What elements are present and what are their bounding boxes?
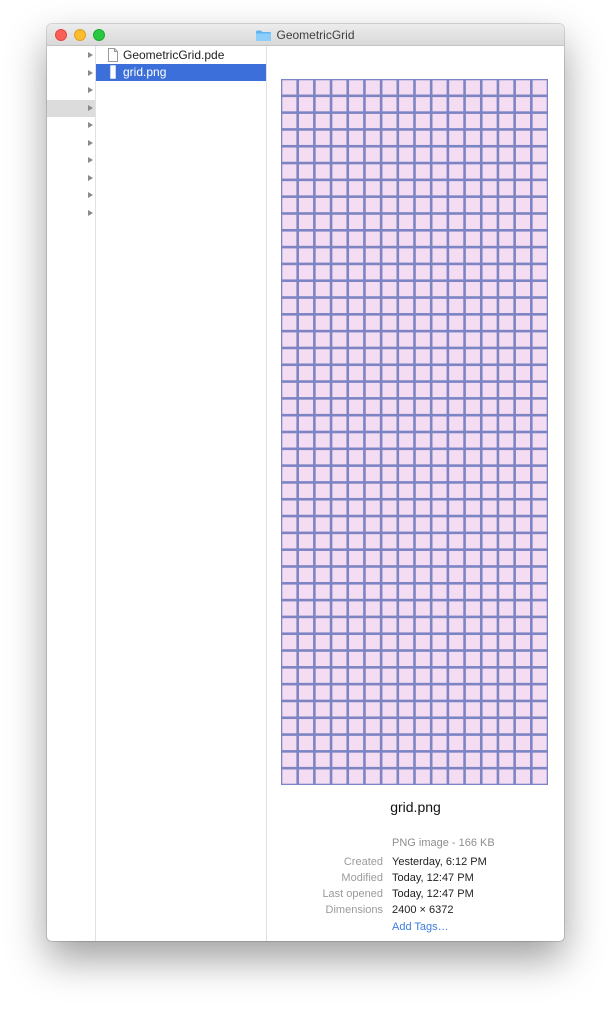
disclosure-triangle-icon[interactable] — [88, 139, 93, 146]
info-label: Modified — [341, 872, 383, 884]
disclosure-triangle-icon[interactable] — [88, 104, 93, 111]
file-row[interactable]: GeometricGrid.pde — [96, 47, 266, 64]
info-label: Last opened — [322, 888, 383, 900]
file-column[interactable]: GeometricGrid.pde grid.png — [96, 46, 267, 941]
disclosure-triangle-icon[interactable] — [88, 69, 93, 76]
folder-icon — [256, 30, 272, 41]
parent-folder-row[interactable] — [47, 117, 95, 134]
file-name: grid.png — [123, 65, 167, 79]
info-row-created: Created Yesterday, 6:12 PM — [267, 856, 564, 872]
disclosure-triangle-icon[interactable] — [88, 209, 93, 216]
parent-folder-row[interactable] — [47, 135, 95, 152]
image-file-icon — [108, 65, 118, 79]
info-label: Dimensions — [325, 904, 383, 916]
preview-filename: grid.png — [390, 799, 441, 815]
info-row-dimensions: Dimensions 2400 × 6372 — [267, 904, 564, 920]
parent-folder-row[interactable] — [47, 205, 95, 222]
info-value: Today, 12:47 PM — [392, 872, 474, 884]
parent-folder-row[interactable] — [47, 152, 95, 169]
disclosure-triangle-icon[interactable] — [88, 174, 93, 181]
title-bar[interactable]: GeometricGrid — [47, 24, 564, 46]
disclosure-triangle-icon[interactable] — [88, 157, 93, 163]
disclosure-triangle-icon[interactable] — [88, 122, 93, 128]
info-value: Yesterday, 6:12 PM — [392, 856, 487, 868]
parent-folder-row[interactable] — [47, 47, 95, 64]
window-title-text: GeometricGrid — [276, 28, 355, 42]
parent-folder-row[interactable] — [47, 82, 95, 99]
window-title: GeometricGrid — [47, 24, 564, 46]
info-value: 2400 × 6372 — [392, 904, 454, 916]
image-preview — [281, 79, 548, 785]
file-kind: PNG image - 166 KB — [392, 837, 495, 849]
parent-folder-row[interactable] — [47, 170, 95, 187]
grid-image — [281, 79, 548, 785]
add-tags-link[interactable]: Add Tags… — [392, 921, 449, 933]
parent-folder-row[interactable] — [47, 99, 95, 117]
disclosure-triangle-icon[interactable] — [88, 192, 93, 198]
document-icon — [108, 48, 118, 62]
parent-folder-row[interactable] — [47, 65, 95, 82]
parent-column[interactable] — [47, 46, 96, 941]
file-row[interactable]: grid.png — [96, 64, 266, 81]
file-name: GeometricGrid.pde — [123, 48, 225, 62]
parent-folder-row[interactable] — [47, 187, 95, 204]
disclosure-triangle-icon[interactable] — [88, 52, 93, 58]
preview-pane: grid.png PNG image - 166 KB Created Yest… — [267, 46, 564, 941]
finder-window: GeometricGrid GeometricGrid.pde grid.png … — [47, 24, 564, 941]
info-value: Today, 12:47 PM — [392, 888, 474, 900]
info-row-last-opened: Last opened Today, 12:47 PM — [267, 888, 564, 904]
info-row-modified: Modified Today, 12:47 PM — [267, 872, 564, 888]
info-label: Created — [343, 856, 383, 868]
disclosure-triangle-icon[interactable] — [88, 87, 93, 93]
